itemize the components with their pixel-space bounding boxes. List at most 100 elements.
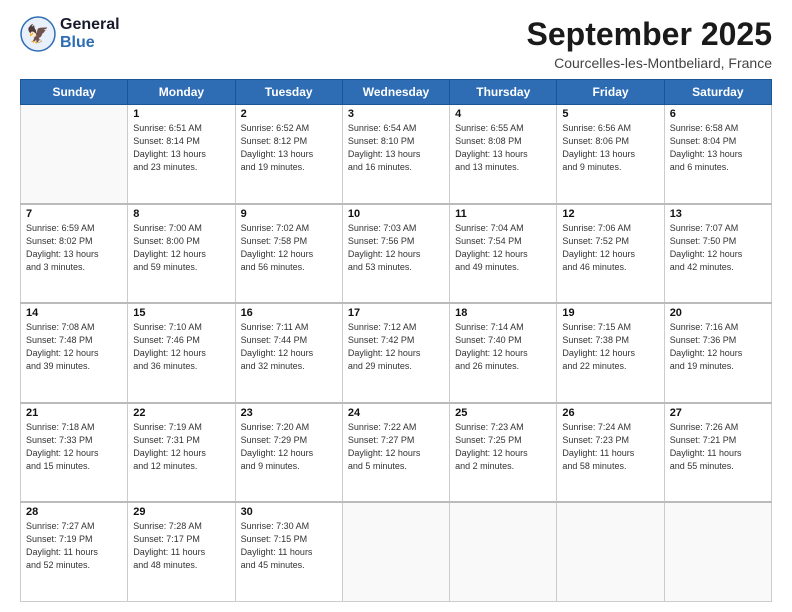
day-info: Sunrise: 6:54 AM Sunset: 8:10 PM Dayligh… (348, 122, 444, 174)
day-number: 11 (455, 208, 551, 220)
calendar-cell: 8 Sunrise: 7:00 AM Sunset: 8:00 PM Daylig… (128, 204, 235, 303)
day-number: 2 (241, 108, 337, 120)
header-friday: Friday (557, 80, 664, 105)
calendar-cell: 10 Sunrise: 7:03 AM Sunset: 7:56 PM Dayli… (342, 204, 449, 303)
calendar-week-row: 1 Sunrise: 6:51 AM Sunset: 8:14 PM Daylig… (21, 105, 772, 204)
day-info: Sunrise: 7:30 AM Sunset: 7:15 PM Dayligh… (241, 520, 337, 572)
day-number: 29 (133, 506, 229, 518)
title-block: September 2025 Courcelles-les-Montbeliar… (527, 16, 772, 71)
day-number: 10 (348, 208, 444, 220)
day-number: 3 (348, 108, 444, 120)
calendar-cell: 12Sunrise: 7:06 AM Sunset: 7:52 PM Dayli… (557, 204, 664, 303)
calendar-cell (21, 105, 128, 204)
weekday-header-row: Sunday Monday Tuesday Wednesday Thursday… (21, 80, 772, 105)
header-wednesday: Wednesday (342, 80, 449, 105)
calendar-cell: 23Sunrise: 7:20 AM Sunset: 7:29 PM Dayli… (235, 403, 342, 502)
day-info: Sunrise: 6:51 AM Sunset: 8:14 PM Dayligh… (133, 122, 229, 174)
calendar-cell: 22 Sunrise: 7:19 AM Sunset: 7:31 PM Dayli… (128, 403, 235, 502)
day-info: Sunrise: 6:55 AM Sunset: 8:08 PM Dayligh… (455, 122, 551, 174)
calendar-cell (664, 502, 771, 601)
calendar-cell: 5 Sunrise: 6:56 AM Sunset: 8:06 PM Daylig… (557, 105, 664, 204)
calendar-cell: 11Sunrise: 7:04 AM Sunset: 7:54 PM Dayli… (450, 204, 557, 303)
calendar-cell: 16 Sunrise: 7:11 AM Sunset: 7:44 PM Dayli… (235, 303, 342, 402)
day-info: Sunrise: 7:19 AM Sunset: 7:31 PM Dayligh… (133, 421, 229, 473)
calendar-cell (557, 502, 664, 601)
day-number: 19 (562, 307, 658, 319)
page: 🦅 General Blue September 2025 Courcelles… (0, 0, 792, 612)
day-info: Sunrise: 7:15 AM Sunset: 7:38 PM Dayligh… (562, 321, 658, 373)
day-number: 6 (670, 108, 766, 120)
calendar-cell: 27 Sunrise: 7:26 AM Sunset: 7:21 PM Dayli… (664, 403, 771, 502)
calendar-week-row: 21 Sunrise: 7:18 AM Sunset: 7:33 PM Dayli… (21, 403, 772, 502)
day-number: 20 (670, 307, 766, 319)
day-info: Sunrise: 7:22 AM Sunset: 7:27 PM Dayligh… (348, 421, 444, 473)
day-info: Sunrise: 7:11 AM Sunset: 7:44 PM Dayligh… (241, 321, 337, 373)
calendar-cell (342, 502, 449, 601)
day-number: 5 (562, 108, 658, 120)
main-title: September 2025 (527, 16, 772, 53)
calendar-cell: 30 Sunrise: 7:30 AM Sunset: 7:15 PM Dayli… (235, 502, 342, 601)
calendar-week-row: 7Sunrise: 6:59 AM Sunset: 8:02 PM Daylig… (21, 204, 772, 303)
day-info: Sunrise: 6:58 AM Sunset: 8:04 PM Dayligh… (670, 122, 766, 174)
calendar-week-row: 14 Sunrise: 7:08 AM Sunset: 7:48 PM Dayli… (21, 303, 772, 402)
calendar-cell: 6 Sunrise: 6:58 AM Sunset: 8:04 PM Daylig… (664, 105, 771, 204)
day-info: Sunrise: 7:02 AM Sunset: 7:58 PM Dayligh… (241, 222, 337, 274)
day-number: 28 (26, 506, 122, 518)
day-info: Sunrise: 7:20 AM Sunset: 7:29 PM Dayligh… (241, 421, 337, 473)
day-info: Sunrise: 7:07 AM Sunset: 7:50 PM Dayligh… (670, 222, 766, 274)
day-number: 9 (241, 208, 337, 220)
day-info: Sunrise: 7:27 AM Sunset: 7:19 PM Dayligh… (26, 520, 122, 572)
day-info: Sunrise: 6:59 AM Sunset: 8:02 PM Dayligh… (26, 222, 122, 274)
calendar-cell: 18 Sunrise: 7:14 AM Sunset: 7:40 PM Dayli… (450, 303, 557, 402)
day-info: Sunrise: 7:12 AM Sunset: 7:42 PM Dayligh… (348, 321, 444, 373)
day-info: Sunrise: 7:08 AM Sunset: 7:48 PM Dayligh… (26, 321, 122, 373)
calendar-cell: 20Sunrise: 7:16 AM Sunset: 7:36 PM Dayli… (664, 303, 771, 402)
calendar-cell: 29 Sunrise: 7:28 AM Sunset: 7:17 PM Dayli… (128, 502, 235, 601)
day-info: Sunrise: 7:14 AM Sunset: 7:40 PM Dayligh… (455, 321, 551, 373)
calendar-table: Sunday Monday Tuesday Wednesday Thursday… (20, 79, 772, 602)
day-number: 27 (670, 407, 766, 419)
calendar-cell: 17 Sunrise: 7:12 AM Sunset: 7:42 PM Dayli… (342, 303, 449, 402)
calendar-cell: 19 Sunrise: 7:15 AM Sunset: 7:38 PM Dayli… (557, 303, 664, 402)
day-number: 22 (133, 407, 229, 419)
calendar-cell: 7Sunrise: 6:59 AM Sunset: 8:02 PM Daylig… (21, 204, 128, 303)
calendar-cell: 26Sunrise: 7:24 AM Sunset: 7:23 PM Dayli… (557, 403, 664, 502)
day-info: Sunrise: 7:03 AM Sunset: 7:56 PM Dayligh… (348, 222, 444, 274)
day-number: 13 (670, 208, 766, 220)
header-thursday: Thursday (450, 80, 557, 105)
day-info: Sunrise: 7:00 AM Sunset: 8:00 PM Dayligh… (133, 222, 229, 274)
day-info: Sunrise: 7:26 AM Sunset: 7:21 PM Dayligh… (670, 421, 766, 473)
day-number: 26 (562, 407, 658, 419)
day-number: 1 (133, 108, 229, 120)
calendar-cell (450, 502, 557, 601)
day-info: Sunrise: 7:18 AM Sunset: 7:33 PM Dayligh… (26, 421, 122, 473)
header-saturday: Saturday (664, 80, 771, 105)
day-number: 14 (26, 307, 122, 319)
day-number: 8 (133, 208, 229, 220)
calendar-cell: 25 Sunrise: 7:23 AM Sunset: 7:25 PM Dayli… (450, 403, 557, 502)
day-number: 24 (348, 407, 444, 419)
calendar-cell: 13 Sunrise: 7:07 AM Sunset: 7:50 PM Dayli… (664, 204, 771, 303)
calendar-cell: 24 Sunrise: 7:22 AM Sunset: 7:27 PM Dayli… (342, 403, 449, 502)
day-number: 25 (455, 407, 551, 419)
calendar-cell: 3 Sunrise: 6:54 AM Sunset: 8:10 PM Daylig… (342, 105, 449, 204)
logo-icon: 🦅 (20, 16, 56, 52)
day-number: 15 (133, 307, 229, 319)
calendar-cell: 9 Sunrise: 7:02 AM Sunset: 7:58 PM Daylig… (235, 204, 342, 303)
calendar-week-row: 28 Sunrise: 7:27 AM Sunset: 7:19 PM Dayli… (21, 502, 772, 601)
header: 🦅 General Blue September 2025 Courcelles… (20, 16, 772, 71)
calendar-cell: 1 Sunrise: 6:51 AM Sunset: 8:14 PM Daylig… (128, 105, 235, 204)
day-info: Sunrise: 7:28 AM Sunset: 7:17 PM Dayligh… (133, 520, 229, 572)
calendar-cell: 14 Sunrise: 7:08 AM Sunset: 7:48 PM Dayli… (21, 303, 128, 402)
day-number: 16 (241, 307, 337, 319)
calendar-cell: 15Sunrise: 7:10 AM Sunset: 7:46 PM Dayli… (128, 303, 235, 402)
day-info: Sunrise: 6:56 AM Sunset: 8:06 PM Dayligh… (562, 122, 658, 174)
day-number: 12 (562, 208, 658, 220)
day-number: 21 (26, 407, 122, 419)
day-number: 30 (241, 506, 337, 518)
day-number: 17 (348, 307, 444, 319)
day-info: Sunrise: 7:23 AM Sunset: 7:25 PM Dayligh… (455, 421, 551, 473)
day-number: 18 (455, 307, 551, 319)
calendar-cell: 4 Sunrise: 6:55 AM Sunset: 8:08 PM Daylig… (450, 105, 557, 204)
day-number: 4 (455, 108, 551, 120)
